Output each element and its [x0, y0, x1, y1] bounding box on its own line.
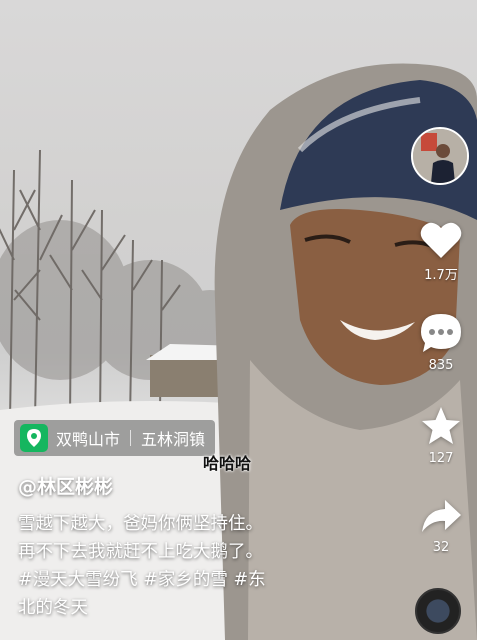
like-button[interactable]: 1.7万	[405, 220, 477, 283]
share-arrow-icon	[422, 500, 461, 532]
location-pin-icon	[20, 424, 48, 452]
avatar-portrait-icon	[413, 129, 467, 183]
favorite-count: 127	[428, 451, 454, 466]
comment-button[interactable]: 835	[405, 312, 477, 373]
comment-count: 835	[428, 358, 454, 373]
creator-avatar[interactable]	[411, 127, 469, 185]
music-disc[interactable]	[415, 588, 461, 634]
video-description: 雪越下越大，爸妈你俩坚持住。 再不下去我就赶不上吃大鹅了。 #漫天大雪纷飞 #家…	[18, 510, 358, 622]
author-handle[interactable]: @林区彬彬	[18, 472, 113, 499]
description-line: 雪越下越大，爸妈你俩坚持住。	[18, 514, 263, 534]
location-city: 双鸭山市	[56, 430, 121, 449]
location-divider	[130, 430, 132, 446]
description-line: 再不下去我就赶不上吃大鹅了。	[18, 542, 263, 562]
share-button[interactable]: 32	[405, 496, 477, 555]
share-count: 32	[432, 540, 450, 555]
like-count: 1.7万	[424, 268, 458, 283]
favorite-button[interactable]: 127	[405, 405, 477, 466]
video-frame[interactable]: 1.7万 835 127 32 双鸭山市 五林洞镇 哈哈哈 @林区彬彬 雪越下越…	[0, 0, 477, 640]
video-subtitle: 哈哈哈	[203, 454, 252, 473]
location-town: 五林洞镇	[141, 430, 206, 449]
description-hashtags[interactable]: #漫天大雪纷飞 #家乡的雪 #东	[18, 566, 358, 594]
description-hashtags[interactable]: 北的冬天	[18, 594, 358, 622]
comment-bubble-icon	[421, 314, 461, 352]
location-tag[interactable]: 双鸭山市 五林洞镇	[14, 420, 216, 456]
action-rail: 1.7万 835 127 32	[405, 0, 477, 640]
heart-icon	[420, 222, 462, 258]
star-icon	[422, 407, 460, 444]
